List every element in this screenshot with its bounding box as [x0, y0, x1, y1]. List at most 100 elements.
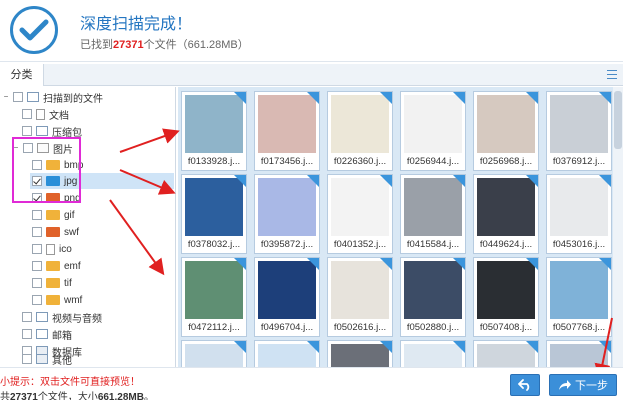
- thumbnail-filename: f0401352.j...: [333, 239, 387, 250]
- folder-icon: [27, 92, 39, 102]
- thumbnail-item[interactable]: f0507768.j...: [546, 257, 612, 337]
- selected-check-icon[interactable]: [307, 92, 319, 104]
- thumbnail-item[interactable]: f0395872.j...: [254, 174, 320, 254]
- collapse-icon[interactable]: −: [2, 93, 10, 101]
- thumbnail-item[interactable]: [400, 340, 466, 367]
- tree-item-gif[interactable]: gif: [32, 207, 75, 223]
- selected-check-icon[interactable]: [599, 92, 611, 104]
- thumbnail-item[interactable]: [181, 340, 247, 367]
- scrollbar-thumb[interactable]: [614, 91, 622, 149]
- selected-check-icon[interactable]: [526, 92, 538, 104]
- thumbnail-item[interactable]: f0226360.j...: [327, 91, 393, 171]
- next-button[interactable]: 下一步: [549, 374, 617, 396]
- tree-item-emf[interactable]: emf: [32, 258, 81, 274]
- thumbnail-item[interactable]: f0472112.j...: [181, 257, 247, 337]
- thumbnail-filename: f0376912.j...: [552, 156, 606, 167]
- ico-file-icon: [46, 243, 55, 255]
- thumbnail-filename: f0378032.j...: [187, 239, 241, 250]
- selected-check-icon[interactable]: [380, 175, 392, 187]
- tip-text: 小提示：双击文件可直接预览！: [0, 377, 140, 388]
- selected-check-icon[interactable]: [307, 341, 319, 353]
- thumbnail-item[interactable]: f0256944.j...: [400, 91, 466, 171]
- thumbnail-item[interactable]: f0256968.j...: [473, 91, 539, 171]
- thumbnail-filename: f0502616.j...: [333, 322, 387, 333]
- thumbnail-item[interactable]: [254, 340, 320, 367]
- tree-item-email[interactable]: 邮箱: [22, 326, 72, 342]
- tree-item-other[interactable]: 其他: [22, 351, 72, 367]
- selected-check-icon[interactable]: [380, 341, 392, 353]
- selected-check-icon[interactable]: [453, 92, 465, 104]
- selected-check-icon[interactable]: [453, 175, 465, 187]
- thumbnail-filename: f0507408.j...: [479, 322, 533, 333]
- thumbnail-item[interactable]: [327, 340, 393, 367]
- thumbnail-filename: f0133928.j...: [187, 156, 241, 167]
- selected-check-icon[interactable]: [453, 341, 465, 353]
- thumbnail-item[interactable]: f0376912.j...: [546, 91, 612, 171]
- selected-check-icon[interactable]: [526, 258, 538, 270]
- view-menu-icon[interactable]: [607, 70, 617, 79]
- selected-check-icon[interactable]: [234, 258, 246, 270]
- thumbnail-item[interactable]: f0401352.j...: [327, 174, 393, 254]
- thumbnail-item[interactable]: f0496704.j...: [254, 257, 320, 337]
- thumbnail-item[interactable]: f0507408.j...: [473, 257, 539, 337]
- selected-check-icon[interactable]: [599, 258, 611, 270]
- thumbnail-item[interactable]: f0415584.j...: [400, 174, 466, 254]
- thumbnail-item[interactable]: f0502616.j...: [327, 257, 393, 337]
- tab-classify[interactable]: 分类: [0, 64, 44, 86]
- tree-item-wmf[interactable]: wmf: [32, 292, 82, 308]
- selected-check-icon[interactable]: [453, 258, 465, 270]
- tab-bar: 分类: [0, 64, 623, 86]
- archive-icon: [36, 126, 48, 136]
- tree-item-tif[interactable]: tif: [32, 275, 72, 291]
- scrollbar[interactable]: [613, 87, 623, 367]
- checkbox[interactable]: [22, 312, 32, 322]
- checkbox[interactable]: [13, 92, 23, 102]
- checkbox[interactable]: [32, 278, 42, 288]
- thumbnail-item[interactable]: f0453016.j...: [546, 174, 612, 254]
- document-icon: [36, 108, 45, 120]
- thumbnail-item[interactable]: f0173456.j...: [254, 91, 320, 171]
- checkbox[interactable]: [22, 354, 32, 364]
- selected-check-icon[interactable]: [307, 175, 319, 187]
- back-arrow-icon: [518, 379, 530, 391]
- selected-check-icon[interactable]: [380, 92, 392, 104]
- thumbnail-item[interactable]: [546, 340, 612, 367]
- checkbox[interactable]: [32, 244, 42, 254]
- selected-check-icon[interactable]: [599, 175, 611, 187]
- selected-check-icon[interactable]: [526, 341, 538, 353]
- tree-item-ico[interactable]: ico: [32, 241, 72, 257]
- checkbox[interactable]: [32, 261, 42, 271]
- thumbnail-filename: f0256968.j...: [479, 156, 533, 167]
- thumbnail-item[interactable]: f0378032.j...: [181, 174, 247, 254]
- selected-check-icon[interactable]: [307, 258, 319, 270]
- category-tree: − 扫描到的文件 文档 压缩包 − 图片 bmp jpg png gif swf…: [0, 87, 176, 367]
- found-count: 27371: [113, 39, 144, 51]
- tree-item-documents[interactable]: 文档: [22, 106, 69, 122]
- tree-item-root[interactable]: − 扫描到的文件: [2, 89, 103, 105]
- selected-check-icon[interactable]: [380, 258, 392, 270]
- thumbnail-item[interactable]: f0449624.j...: [473, 174, 539, 254]
- thumbnail-filename: f0415584.j...: [406, 239, 460, 250]
- checkbox[interactable]: [32, 295, 42, 305]
- selected-check-icon[interactable]: [234, 341, 246, 353]
- thumbnail-grid: f0133928.j... f0173456.j... f0226360.j... f…: [178, 87, 623, 367]
- back-button[interactable]: [510, 374, 540, 396]
- thumbnail-item[interactable]: [473, 340, 539, 367]
- checkbox[interactable]: [22, 329, 32, 339]
- checkbox[interactable]: [22, 126, 32, 136]
- selected-check-icon[interactable]: [234, 92, 246, 104]
- thumbnail-item[interactable]: f0133928.j...: [181, 91, 247, 171]
- tif-file-icon: [46, 278, 60, 288]
- other-icon: [36, 354, 48, 364]
- checkbox[interactable]: [32, 227, 42, 237]
- found-summary: 已找到27371个文件（661.28MB）: [80, 39, 249, 51]
- checkbox[interactable]: [22, 109, 32, 119]
- thumbnail-item[interactable]: f0502880.j...: [400, 257, 466, 337]
- tree-item-video-audio[interactable]: 视频与音频: [22, 309, 102, 325]
- tree-item-swf[interactable]: swf: [32, 224, 79, 240]
- thumbnail-filename: f0502880.j...: [406, 322, 460, 333]
- selected-check-icon[interactable]: [526, 175, 538, 187]
- selected-check-icon[interactable]: [234, 175, 246, 187]
- checkbox[interactable]: [32, 210, 42, 220]
- selected-check-icon[interactable]: [599, 341, 611, 353]
